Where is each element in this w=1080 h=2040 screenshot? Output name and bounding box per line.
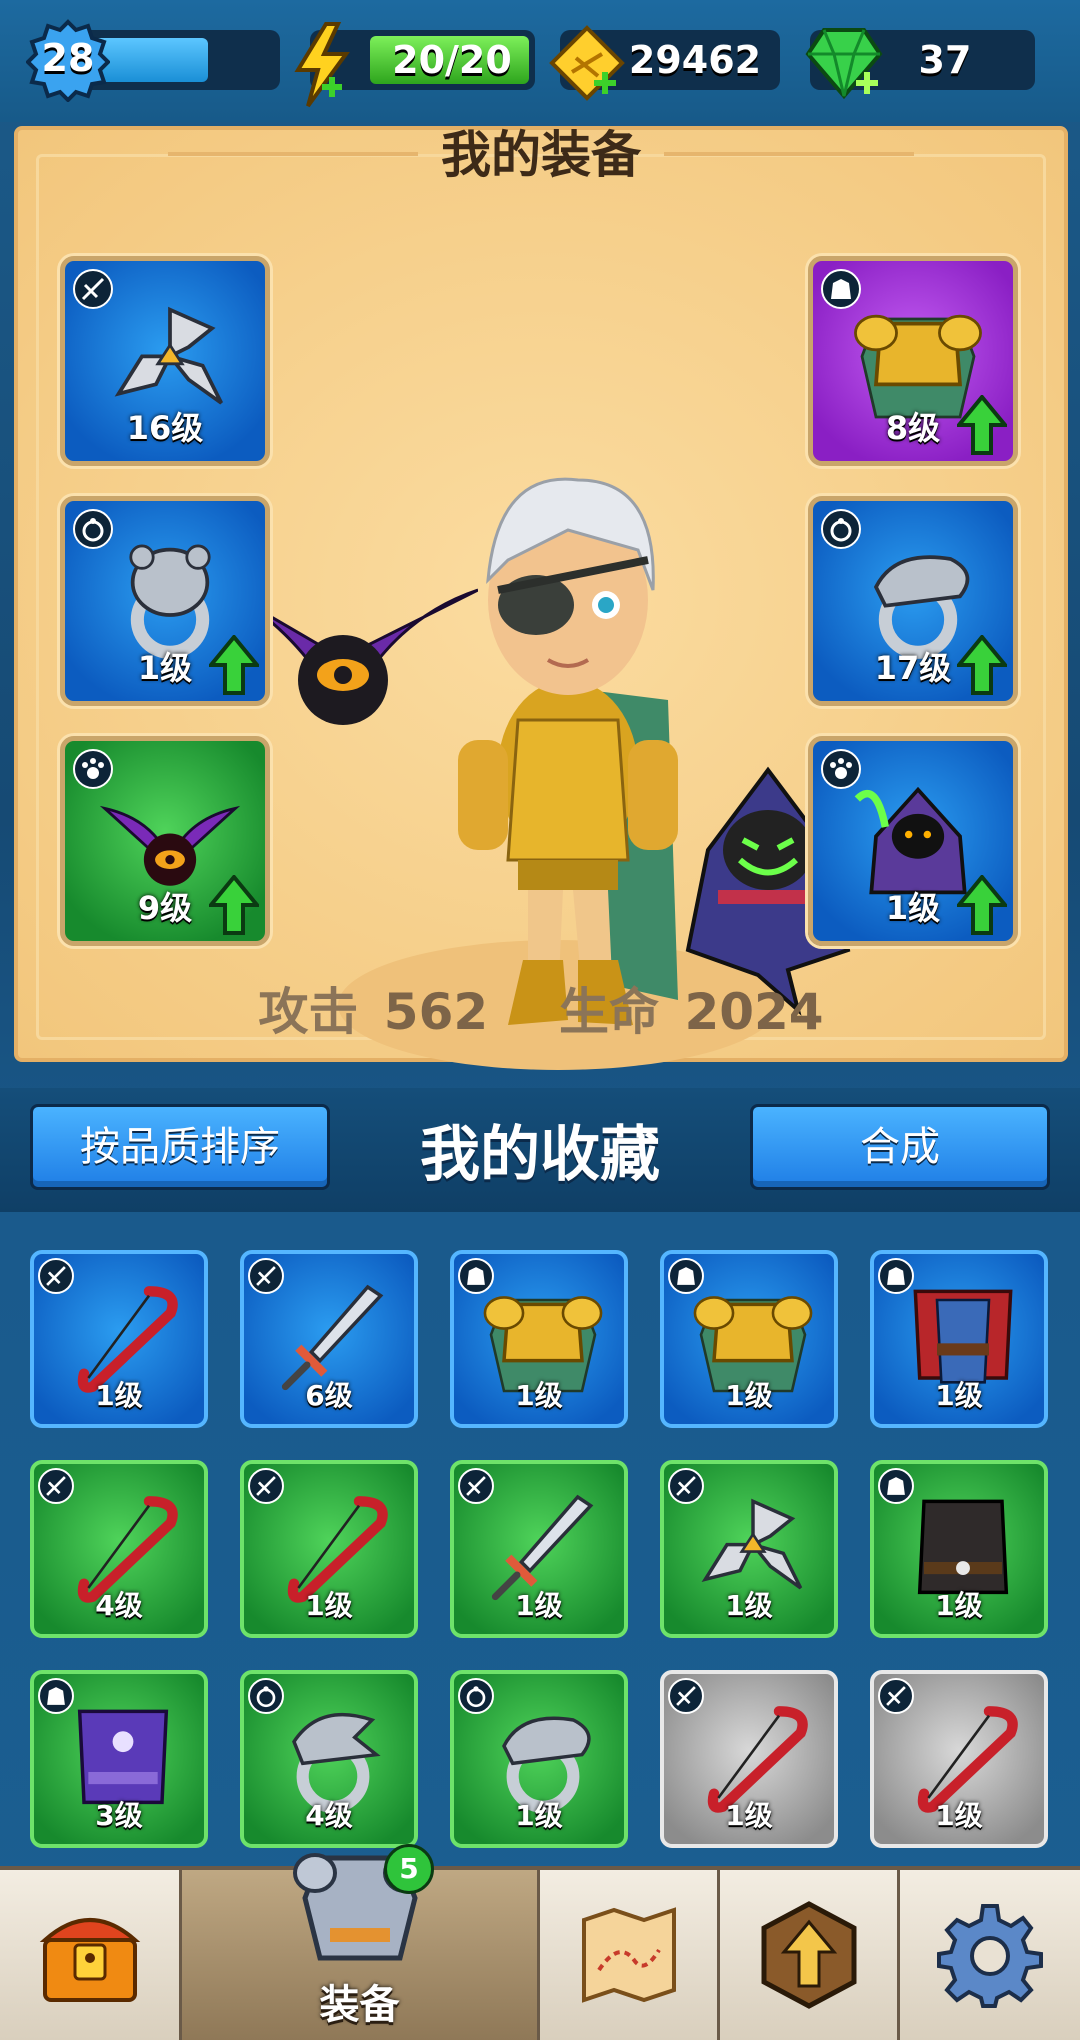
equipment-title: 我的装备	[441, 126, 641, 184]
item-level: 1级	[515, 1799, 563, 1832]
item-level: 1级	[725, 1799, 773, 1832]
collection-item[interactable]: 1级	[870, 1670, 1048, 1848]
collection-item[interactable]: 1级	[450, 1460, 628, 1638]
collection-item[interactable]: 1级	[240, 1460, 418, 1638]
collection-item[interactable]: 4级	[240, 1670, 418, 1848]
gold-value: 29462	[628, 38, 762, 82]
lightning-icon	[294, 22, 350, 108]
upgrade-available-icon	[954, 873, 1010, 935]
item-level: 1级	[725, 1379, 773, 1412]
collection-item[interactable]: 3级	[30, 1670, 208, 1848]
item-level: 4级	[95, 1589, 143, 1622]
upgrade-available-icon	[954, 633, 1010, 695]
item-level: 6级	[305, 1379, 353, 1412]
upgrade-available-icon	[206, 633, 262, 695]
gem-value: 37	[918, 38, 972, 82]
collection-title: 我的收藏	[420, 1120, 660, 1190]
treasure-chest-icon	[39, 1918, 140, 2002]
bottom-nav: 装备	[0, 1866, 1080, 2040]
equipment-slot[interactable]: 8级	[808, 256, 1018, 466]
item-level: 1级	[305, 1589, 353, 1622]
item-level: 1级	[935, 1589, 983, 1622]
hp-label: 生命	[559, 983, 660, 1041]
gold-icon	[549, 25, 625, 101]
nav-upgrade[interactable]	[720, 1870, 900, 2040]
top-bar: 28 20/20 29462 37	[0, 0, 1080, 122]
hero-stats: 攻击 562 生命 2024	[18, 972, 1064, 1044]
item-level: 3级	[95, 1799, 143, 1832]
hero-character[interactable]	[418, 440, 718, 1040]
item-level: 4级	[305, 1799, 353, 1832]
gear-icon	[937, 1904, 1043, 2008]
upgrade-available-icon	[206, 873, 262, 935]
nav-equipment-badge: 5	[384, 1844, 434, 1894]
collection-item[interactable]: 1级	[870, 1250, 1048, 1428]
attack-value: 562	[383, 983, 489, 1041]
collection-item[interactable]: 1级	[450, 1250, 628, 1428]
attack-label: 攻击	[258, 983, 359, 1041]
item-level: 1级	[515, 1589, 563, 1622]
equipment-slot[interactable]: 17级	[808, 496, 1018, 706]
equipment-slot[interactable]: 9级	[60, 736, 270, 946]
collection-item[interactable]: 1级	[660, 1460, 838, 1638]
item-level: 1级	[725, 1589, 773, 1622]
player-level: 28	[41, 36, 95, 80]
nav-settings[interactable]	[900, 1870, 1080, 2040]
collection-item[interactable]: 1级	[450, 1670, 628, 1848]
item-level: 1级	[935, 1799, 983, 1832]
upgrade-available-icon	[954, 393, 1010, 455]
equipment-slot[interactable]: 1级	[60, 496, 270, 706]
energy-value: 20/20	[392, 38, 512, 82]
item-level: 16级	[126, 409, 204, 447]
upgrade-arrow-icon	[761, 1901, 856, 2009]
nav-map[interactable]	[540, 1870, 720, 2040]
collection-item[interactable]: 4级	[30, 1460, 208, 1638]
sort-by-quality-button[interactable]: 按品质排序	[30, 1104, 330, 1190]
item-level: 1级	[515, 1379, 563, 1412]
collection-item[interactable]: 1级	[660, 1670, 838, 1848]
gem-icon	[805, 28, 883, 100]
hp-value: 2024	[684, 983, 824, 1041]
nav-chest[interactable]	[0, 1870, 182, 2040]
item-level: 1级	[935, 1379, 983, 1412]
item-level: 1级	[95, 1379, 143, 1412]
equipment-slot[interactable]: 1级	[808, 736, 1018, 946]
equipment-slot[interactable]: 16级	[60, 256, 270, 466]
nav-equipment-label: 装备	[319, 1982, 400, 2028]
merge-button[interactable]: 合成	[750, 1104, 1050, 1190]
collection-item[interactable]: 6级	[240, 1250, 418, 1428]
collection-item[interactable]: 1级	[660, 1250, 838, 1428]
collection-item[interactable]: 1级	[870, 1460, 1048, 1638]
collection-header: 按品质排序 我的收藏 合成	[0, 1088, 1080, 1212]
collection-item[interactable]: 1级	[30, 1250, 208, 1428]
map-icon	[581, 1907, 676, 2003]
